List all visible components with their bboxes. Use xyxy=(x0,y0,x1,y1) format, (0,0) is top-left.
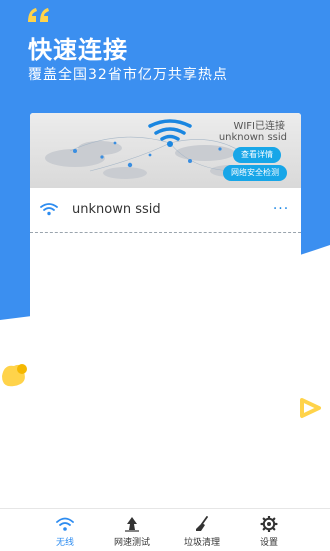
speed-test-icon xyxy=(125,517,139,532)
page-title: 快速连接 xyxy=(28,36,128,64)
connection-card: WIFI已连接 unknown ssid 查看详情 网络安全检测 unknown… xyxy=(30,113,301,513)
connected-ssid: unknown ssid xyxy=(218,132,287,143)
tab-settings[interactable]: 设置 xyxy=(234,509,304,551)
view-details-button[interactable]: 查看详情 xyxy=(233,147,281,163)
tab-label: 网速测试 xyxy=(113,538,150,548)
ssid-label: unknown ssid xyxy=(72,202,161,217)
tab-wireless[interactable]: 无线 xyxy=(30,509,100,551)
decorative-blob xyxy=(2,364,27,387)
wifi-icon xyxy=(40,203,58,216)
decorative-play-shape xyxy=(300,398,321,418)
security-check-button[interactable]: 网络安全检测 xyxy=(223,165,287,181)
tab-cleanup[interactable]: 垃圾清理 xyxy=(167,509,237,551)
quote-icon xyxy=(28,8,49,22)
wifi-status-text: WIFI已连接 xyxy=(233,121,285,132)
divider xyxy=(30,232,301,233)
wifi-icon xyxy=(56,517,74,531)
tab-label: 垃圾清理 xyxy=(183,538,220,548)
gear-icon xyxy=(260,516,278,532)
tab-speed-test[interactable]: 网速测试 xyxy=(97,509,167,551)
page-subtitle: 覆盖全国32省市亿万共享热点 xyxy=(28,67,228,83)
tab-label: 无线 xyxy=(55,538,74,548)
wifi-banner: WIFI已连接 unknown ssid 查看详情 网络安全检测 xyxy=(30,113,301,188)
tab-label: 设置 xyxy=(259,538,278,548)
broom-icon xyxy=(196,516,208,531)
tab-bar: 无线 网速测试 垃圾清理 设置 xyxy=(0,508,330,551)
more-options-button[interactable]: ··· xyxy=(271,200,291,218)
wifi-logo-icon xyxy=(148,119,192,141)
list-item[interactable]: unknown ssid ··· xyxy=(30,188,301,232)
